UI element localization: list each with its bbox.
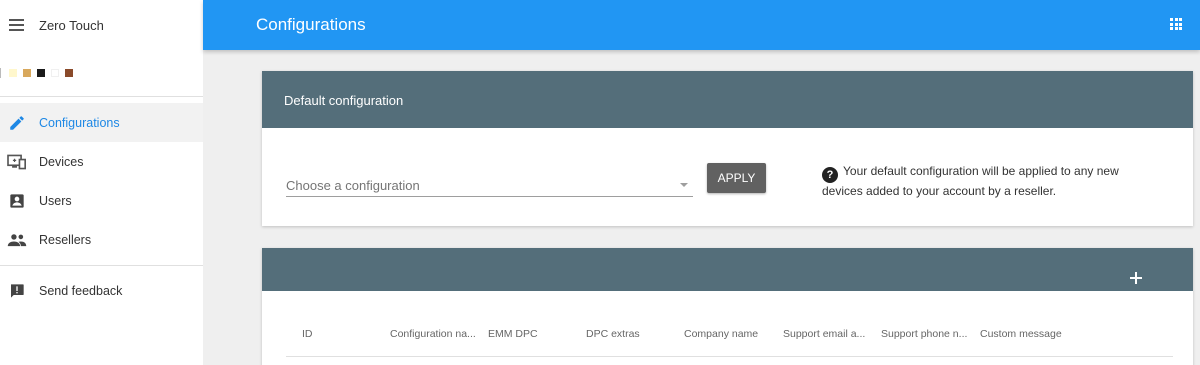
configurations-table-card: ID Configuration na... EMM DPC DPC extra… — [262, 248, 1193, 365]
configuration-select[interactable]: Choose a configuration — [286, 173, 693, 197]
help-icon: ? — [822, 167, 838, 183]
sidebar-item-configurations[interactable]: Configurations — [0, 103, 203, 142]
swatch — [65, 69, 73, 77]
devices-icon — [7, 152, 27, 172]
column-header-company-name[interactable]: Company name — [684, 319, 783, 356]
help-text: Your default configuration will be appli… — [822, 164, 1119, 198]
sidebar-item-label: Devices — [39, 154, 84, 169]
column-header-emm-dpc[interactable]: EMM DPC — [488, 319, 586, 356]
app-title: Zero Touch — [39, 17, 104, 33]
help-message: ? Your default configuration will be appl… — [822, 163, 1162, 200]
table-header: ID Configuration na... EMM DPC DPC extra… — [286, 319, 1173, 357]
sidebar-nav: Configurations Devices Users Resellers S… — [0, 97, 203, 310]
swatch — [37, 69, 45, 77]
people-icon — [7, 230, 27, 250]
column-header-support-email[interactable]: Support email a... — [783, 319, 881, 356]
swatch — [51, 69, 59, 77]
select-placeholder: Choose a configuration — [286, 178, 420, 193]
add-icon[interactable] — [1129, 271, 1143, 285]
sidebar-item-label: Resellers — [39, 232, 92, 247]
swatch — [23, 69, 31, 77]
sidebar-item-devices[interactable]: Devices — [0, 142, 203, 181]
dropdown-arrow-icon — [680, 183, 688, 187]
card-header — [262, 248, 1193, 291]
sidebar-item-label: Users — [39, 193, 72, 208]
user-icon — [7, 191, 27, 211]
send-feedback-item[interactable]: Send feedback — [0, 271, 203, 310]
feedback-icon — [7, 281, 27, 301]
column-header-custom-message[interactable]: Custom message — [980, 319, 1100, 356]
apps-grid-icon[interactable] — [1170, 18, 1182, 30]
sidebar: Zero Touch Configurations Devices Users — [0, 0, 203, 365]
sidebar-item-label: Configurations — [39, 115, 120, 130]
sidebar-divider — [0, 265, 203, 266]
pencil-icon — [7, 113, 27, 133]
swatch — [9, 69, 17, 77]
column-header-dpc-extras[interactable]: DPC extras — [586, 319, 684, 356]
column-header-support-phone[interactable]: Support phone n... — [881, 319, 980, 356]
sidebar-item-label: Send feedback — [39, 283, 123, 298]
top-app-bar: Configurations — [203, 0, 1200, 50]
default-configuration-body: Choose a configuration APPLY ? Your defau… — [262, 71, 1193, 226]
column-header-configuration-name[interactable]: Configuration na... — [390, 319, 488, 356]
account-logo — [0, 50, 203, 96]
menu-icon[interactable] — [9, 19, 24, 31]
column-header-id[interactable]: ID — [286, 319, 390, 356]
sidebar-item-resellers[interactable]: Resellers — [0, 220, 203, 259]
sidebar-header: Zero Touch — [0, 0, 203, 50]
apply-button[interactable]: APPLY — [707, 163, 766, 193]
page-title: Configurations — [256, 15, 366, 34]
sidebar-item-users[interactable]: Users — [0, 181, 203, 220]
